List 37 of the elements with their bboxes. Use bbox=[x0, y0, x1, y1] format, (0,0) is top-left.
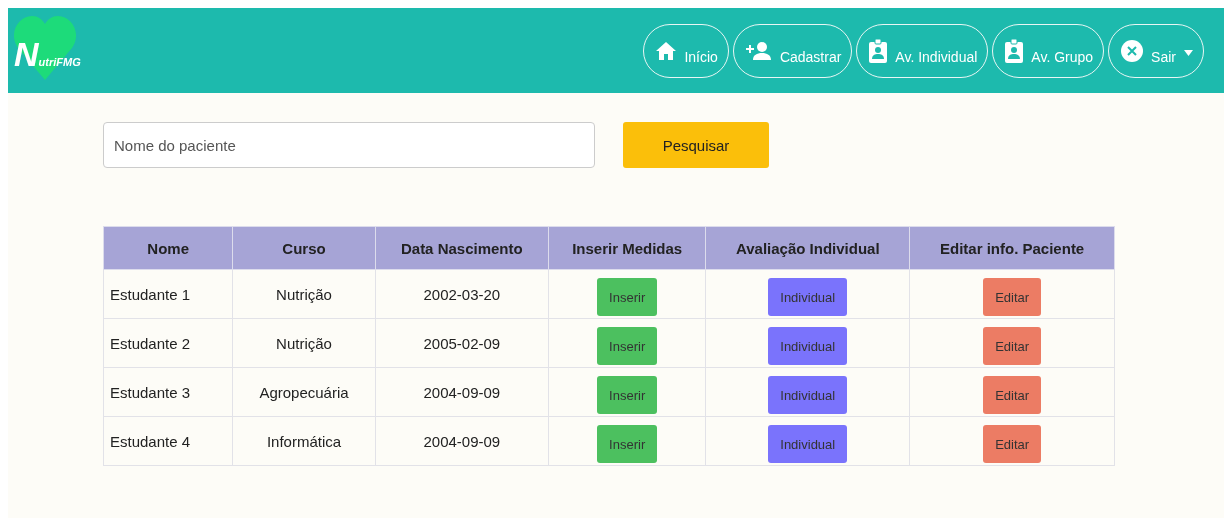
table-cell: Estudante 2 bbox=[103, 318, 233, 368]
search-button[interactable]: Pesquisar bbox=[623, 122, 769, 168]
insert-button[interactable]: Inserir bbox=[597, 327, 658, 365]
table-cell: Informática bbox=[232, 416, 376, 466]
table-cell: 2004-09-09 bbox=[375, 367, 549, 417]
add-user-icon bbox=[745, 41, 772, 60]
table-cell: Nutrição bbox=[232, 269, 376, 319]
individual-button[interactable]: Individual bbox=[768, 376, 848, 414]
home-icon bbox=[656, 41, 677, 60]
column-header: Curso bbox=[232, 226, 376, 270]
individual-button[interactable]: Individual bbox=[768, 327, 848, 365]
individual-button[interactable]: Individual bbox=[768, 425, 848, 463]
column-header: Nome bbox=[103, 226, 233, 270]
table-cell: 2004-09-09 bbox=[375, 416, 549, 466]
insert-button[interactable]: Inserir bbox=[597, 425, 658, 463]
insert-button[interactable]: Inserir bbox=[597, 278, 658, 316]
edit-button[interactable]: Editar bbox=[983, 278, 1042, 316]
edit-button[interactable]: Editar bbox=[983, 376, 1042, 414]
table-cell: Nutrição bbox=[232, 318, 376, 368]
table-cell: Estudante 3 bbox=[103, 367, 233, 417]
insert-button[interactable]: Inserir bbox=[597, 376, 658, 414]
table-cell: 2002-03-20 bbox=[375, 269, 549, 319]
column-header: Editar info. Paciente bbox=[909, 226, 1115, 270]
column-header: Data Nascimento bbox=[375, 226, 549, 270]
close-icon bbox=[1121, 39, 1144, 62]
table-cell: 2005-02-09 bbox=[375, 318, 549, 368]
table-cell: Estudante 4 bbox=[103, 416, 233, 466]
edit-button[interactable]: Editar bbox=[983, 425, 1042, 463]
edit-button[interactable]: Editar bbox=[983, 327, 1042, 365]
column-header: Inserir Medidas bbox=[548, 226, 706, 270]
table-cell: Agropecuária bbox=[232, 367, 376, 417]
id-badge-icon bbox=[1005, 38, 1024, 63]
id-badge-icon bbox=[869, 38, 888, 63]
patient-name-field[interactable]: Nome do paciente bbox=[103, 122, 595, 168]
column-header: Avaliação Individual bbox=[705, 226, 910, 270]
individual-button[interactable]: Individual bbox=[768, 278, 848, 316]
table-cell: Estudante 1 bbox=[103, 269, 233, 319]
